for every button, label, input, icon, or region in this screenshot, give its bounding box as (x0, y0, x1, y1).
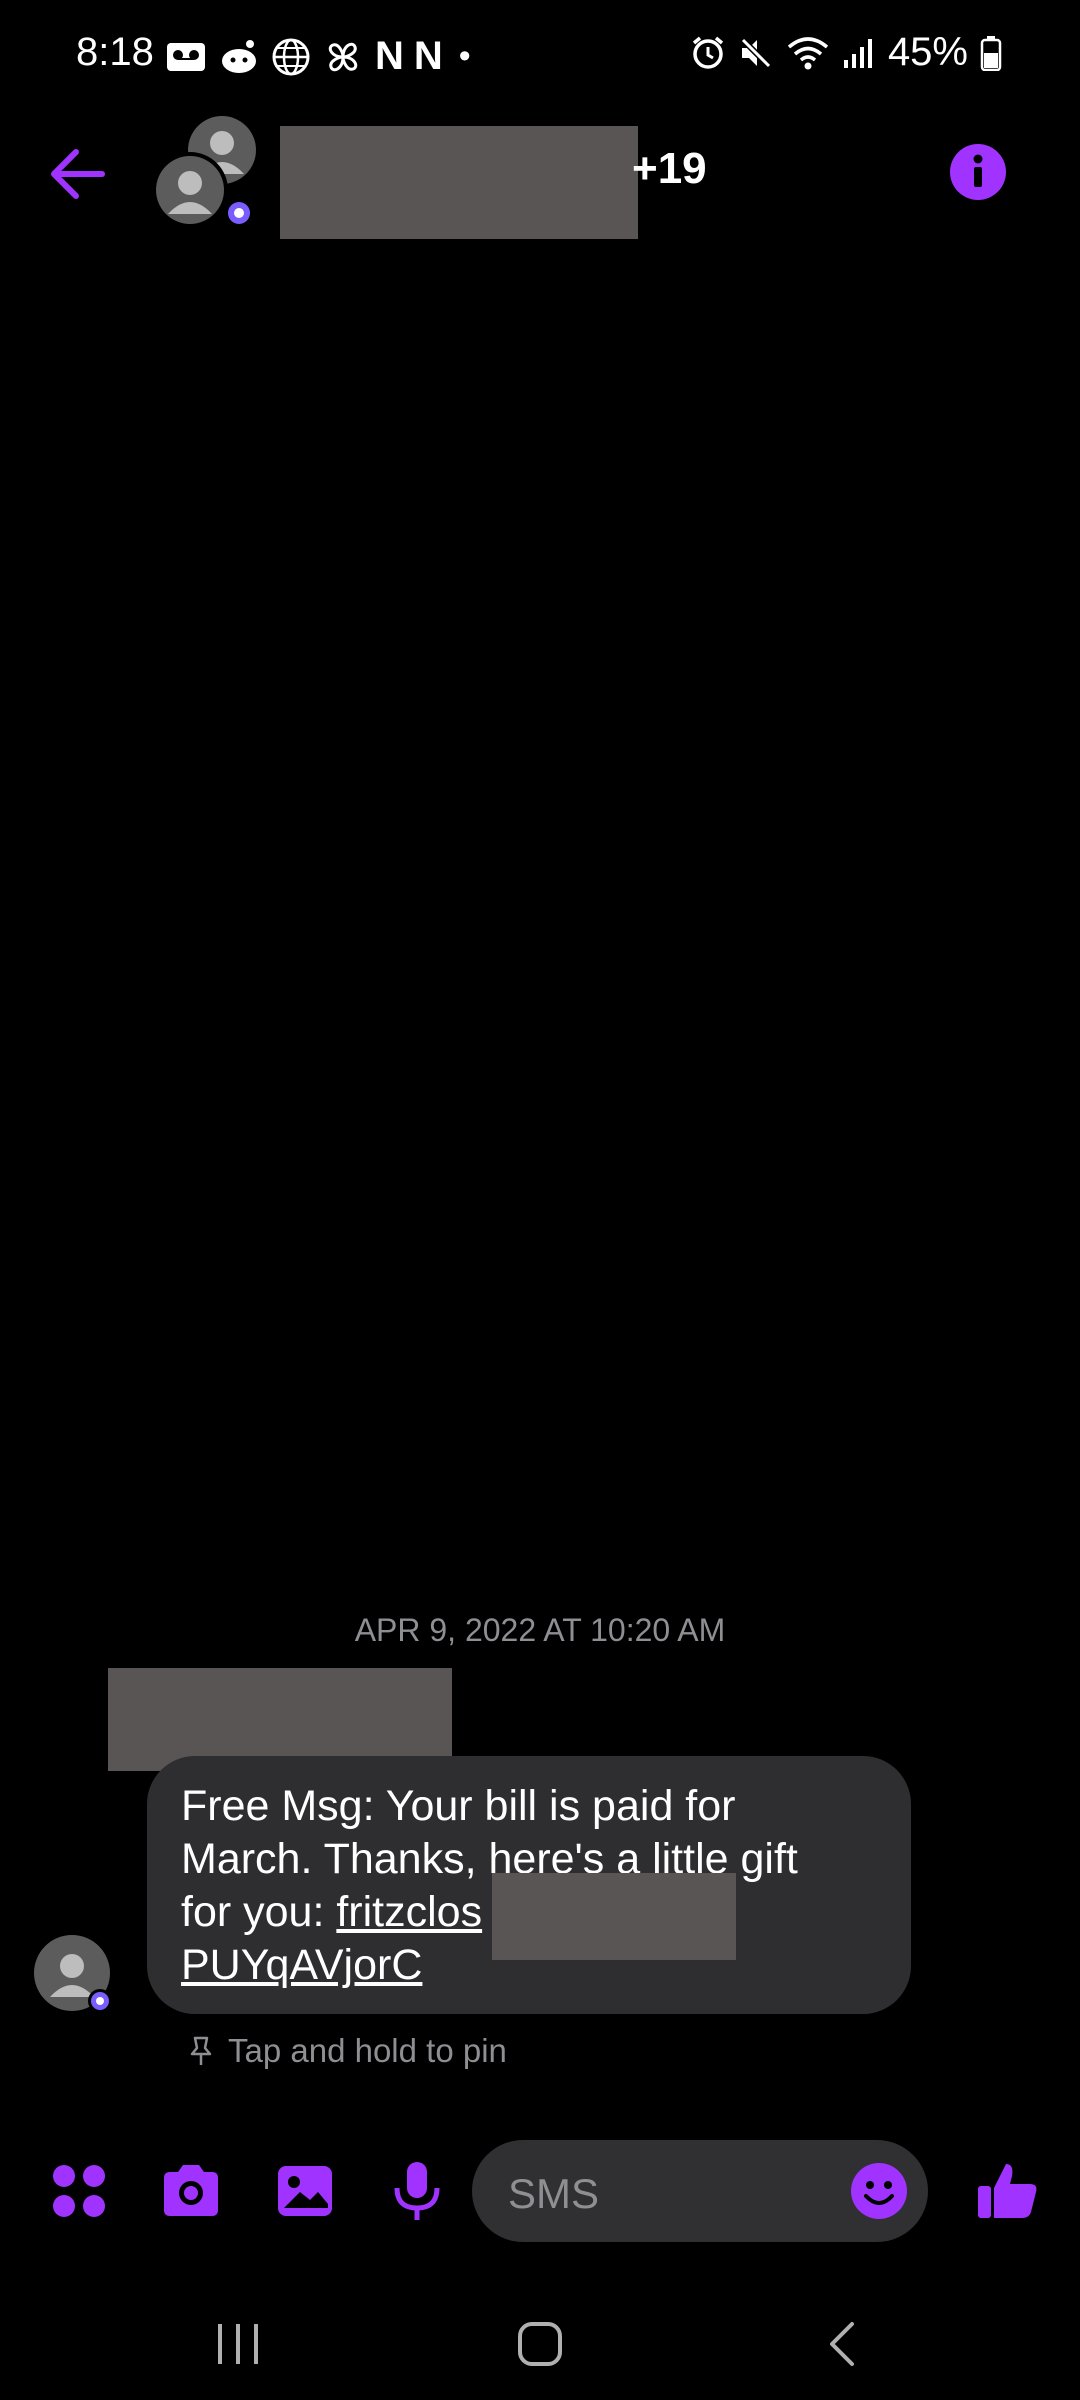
thumbs-up-icon[interactable] (974, 2158, 1040, 2224)
mute-icon (740, 37, 772, 68)
microphone-icon[interactable] (384, 2158, 450, 2224)
back-button[interactable] (42, 138, 114, 210)
sms-input[interactable]: SMS (472, 2140, 928, 2242)
message-link-continued[interactable]: PUYqAVjorC (181, 1941, 422, 1989)
reddit-icon (222, 39, 256, 73)
signal-icon (843, 38, 872, 68)
home-button[interactable] (508, 2312, 572, 2376)
pinwheel-icon (328, 42, 358, 71)
battery-percentage: 45% (887, 30, 968, 74)
recent-apps-button[interactable] (206, 2312, 270, 2376)
camera-icon[interactable] (158, 2158, 224, 2224)
alarm-icon (692, 36, 724, 69)
netflix-icon-2: N (413, 34, 443, 78)
notification-icons: N N • (165, 34, 471, 79)
messenger-chat-screen: 8:18 N N • 45% +19 APR 9, 2022 AT 10:20 … (0, 0, 1080, 2400)
group-avatar[interactable] (152, 116, 272, 236)
message-timestamp: APR 9, 2022 AT 10:20 AM (354, 1612, 726, 1648)
apps-icon[interactable] (46, 2158, 112, 2224)
avatar-front-icon (152, 152, 228, 228)
emoji-icon[interactable] (850, 2162, 908, 2220)
message-line-1: Free Msg: Your bill is paid for (181, 1782, 736, 1830)
info-button[interactable] (950, 144, 1006, 200)
info-icon (973, 154, 983, 187)
status-time: 8:18 (76, 30, 154, 74)
wifi-icon (787, 36, 829, 69)
message-composer: SMS (0, 2136, 1080, 2246)
more-notifications-dot: • (458, 37, 471, 75)
message-line-3-prefix: for you: (181, 1888, 337, 1936)
gallery-icon[interactable] (272, 2158, 338, 2224)
contact-name-redacted (280, 126, 638, 239)
pin-hint: Tap and hold to pin (188, 2032, 507, 2070)
battery-icon (980, 35, 1002, 71)
home-icon (518, 2322, 562, 2366)
voicemail-icon (167, 42, 205, 71)
sms-badge-icon (225, 199, 253, 227)
recents-icon (218, 2324, 258, 2364)
system-icons: 45% (690, 30, 1002, 75)
contact-name-suffix: +19 (632, 144, 707, 193)
sender-avatar-icon (34, 1935, 112, 2013)
status-bar: 8:18 N N • 45% (0, 0, 1080, 110)
pin-hint-text: Tap and hold to pin (228, 2032, 507, 2069)
chat-header: +19 (0, 110, 1080, 240)
back-nav-button[interactable] (810, 2312, 874, 2376)
netflix-icon: N (375, 34, 404, 78)
message-link[interactable]: fritzclos (336, 1888, 482, 1936)
sms-placeholder: SMS (508, 2170, 600, 2217)
arrow-left-icon (51, 149, 105, 199)
globe-icon (272, 38, 310, 75)
sender-avatar[interactable] (34, 1935, 114, 2015)
back-chevron-icon (830, 2322, 854, 2366)
system-navigation-bar (0, 2290, 1080, 2400)
pin-icon (190, 2036, 212, 2065)
link-redacted (492, 1873, 736, 1960)
